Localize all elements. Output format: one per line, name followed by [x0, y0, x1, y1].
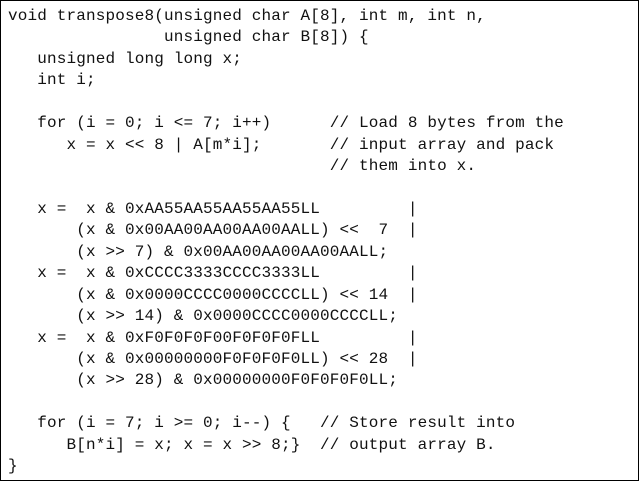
code-line-22: }	[8, 457, 18, 476]
code-line-13: x = x & 0xCCCC3333CCCC3333LL |	[8, 264, 418, 283]
code-listing-frame: void transpose8(unsigned char A[8], int …	[0, 0, 639, 481]
code-line-14: (x & 0x0000CCCC0000CCCCLL) << 14 |	[8, 285, 418, 304]
code-line-12: (x >> 7) & 0x00AA00AA00AA00AALL;	[8, 242, 389, 261]
code-line-6: for (i = 0; i <= 7; i++) // Load 8 bytes…	[8, 114, 564, 133]
code-line-4: int i;	[8, 71, 96, 90]
code-line-21: B[n*i] = x; x = x >> 8;} // output array…	[8, 435, 496, 454]
code-line-11: (x & 0x00AA00AA00AA00AALL) << 7 |	[8, 221, 418, 240]
code-line-15: (x >> 14) & 0x0000CCCC0000CCCCLL;	[8, 307, 399, 326]
code-line-2: unsigned char B[8]) {	[8, 28, 369, 47]
code-line-7: x = x << 8 | A[m*i]; // input array and …	[8, 135, 555, 154]
code-listing: void transpose8(unsigned char A[8], int …	[8, 6, 564, 478]
code-line-1: void transpose8(unsigned char A[8], int …	[8, 7, 486, 25]
code-line-3: unsigned long long x;	[8, 49, 243, 68]
code-line-8: // them into x.	[8, 157, 477, 176]
code-line-10: x = x & 0xAA55AA55AA55AA55LL |	[8, 199, 418, 218]
code-line-17: (x & 0x00000000F0F0F0F0LL) << 28 |	[8, 350, 418, 368]
code-line-18: (x >> 28) & 0x00000000F0F0F0F0LL;	[8, 371, 399, 390]
code-line-20: for (i = 7; i >= 0; i--) { // Store resu…	[8, 414, 516, 433]
code-line-16: x = x & 0xF0F0F0F00F0F0F0FLL |	[8, 328, 418, 347]
